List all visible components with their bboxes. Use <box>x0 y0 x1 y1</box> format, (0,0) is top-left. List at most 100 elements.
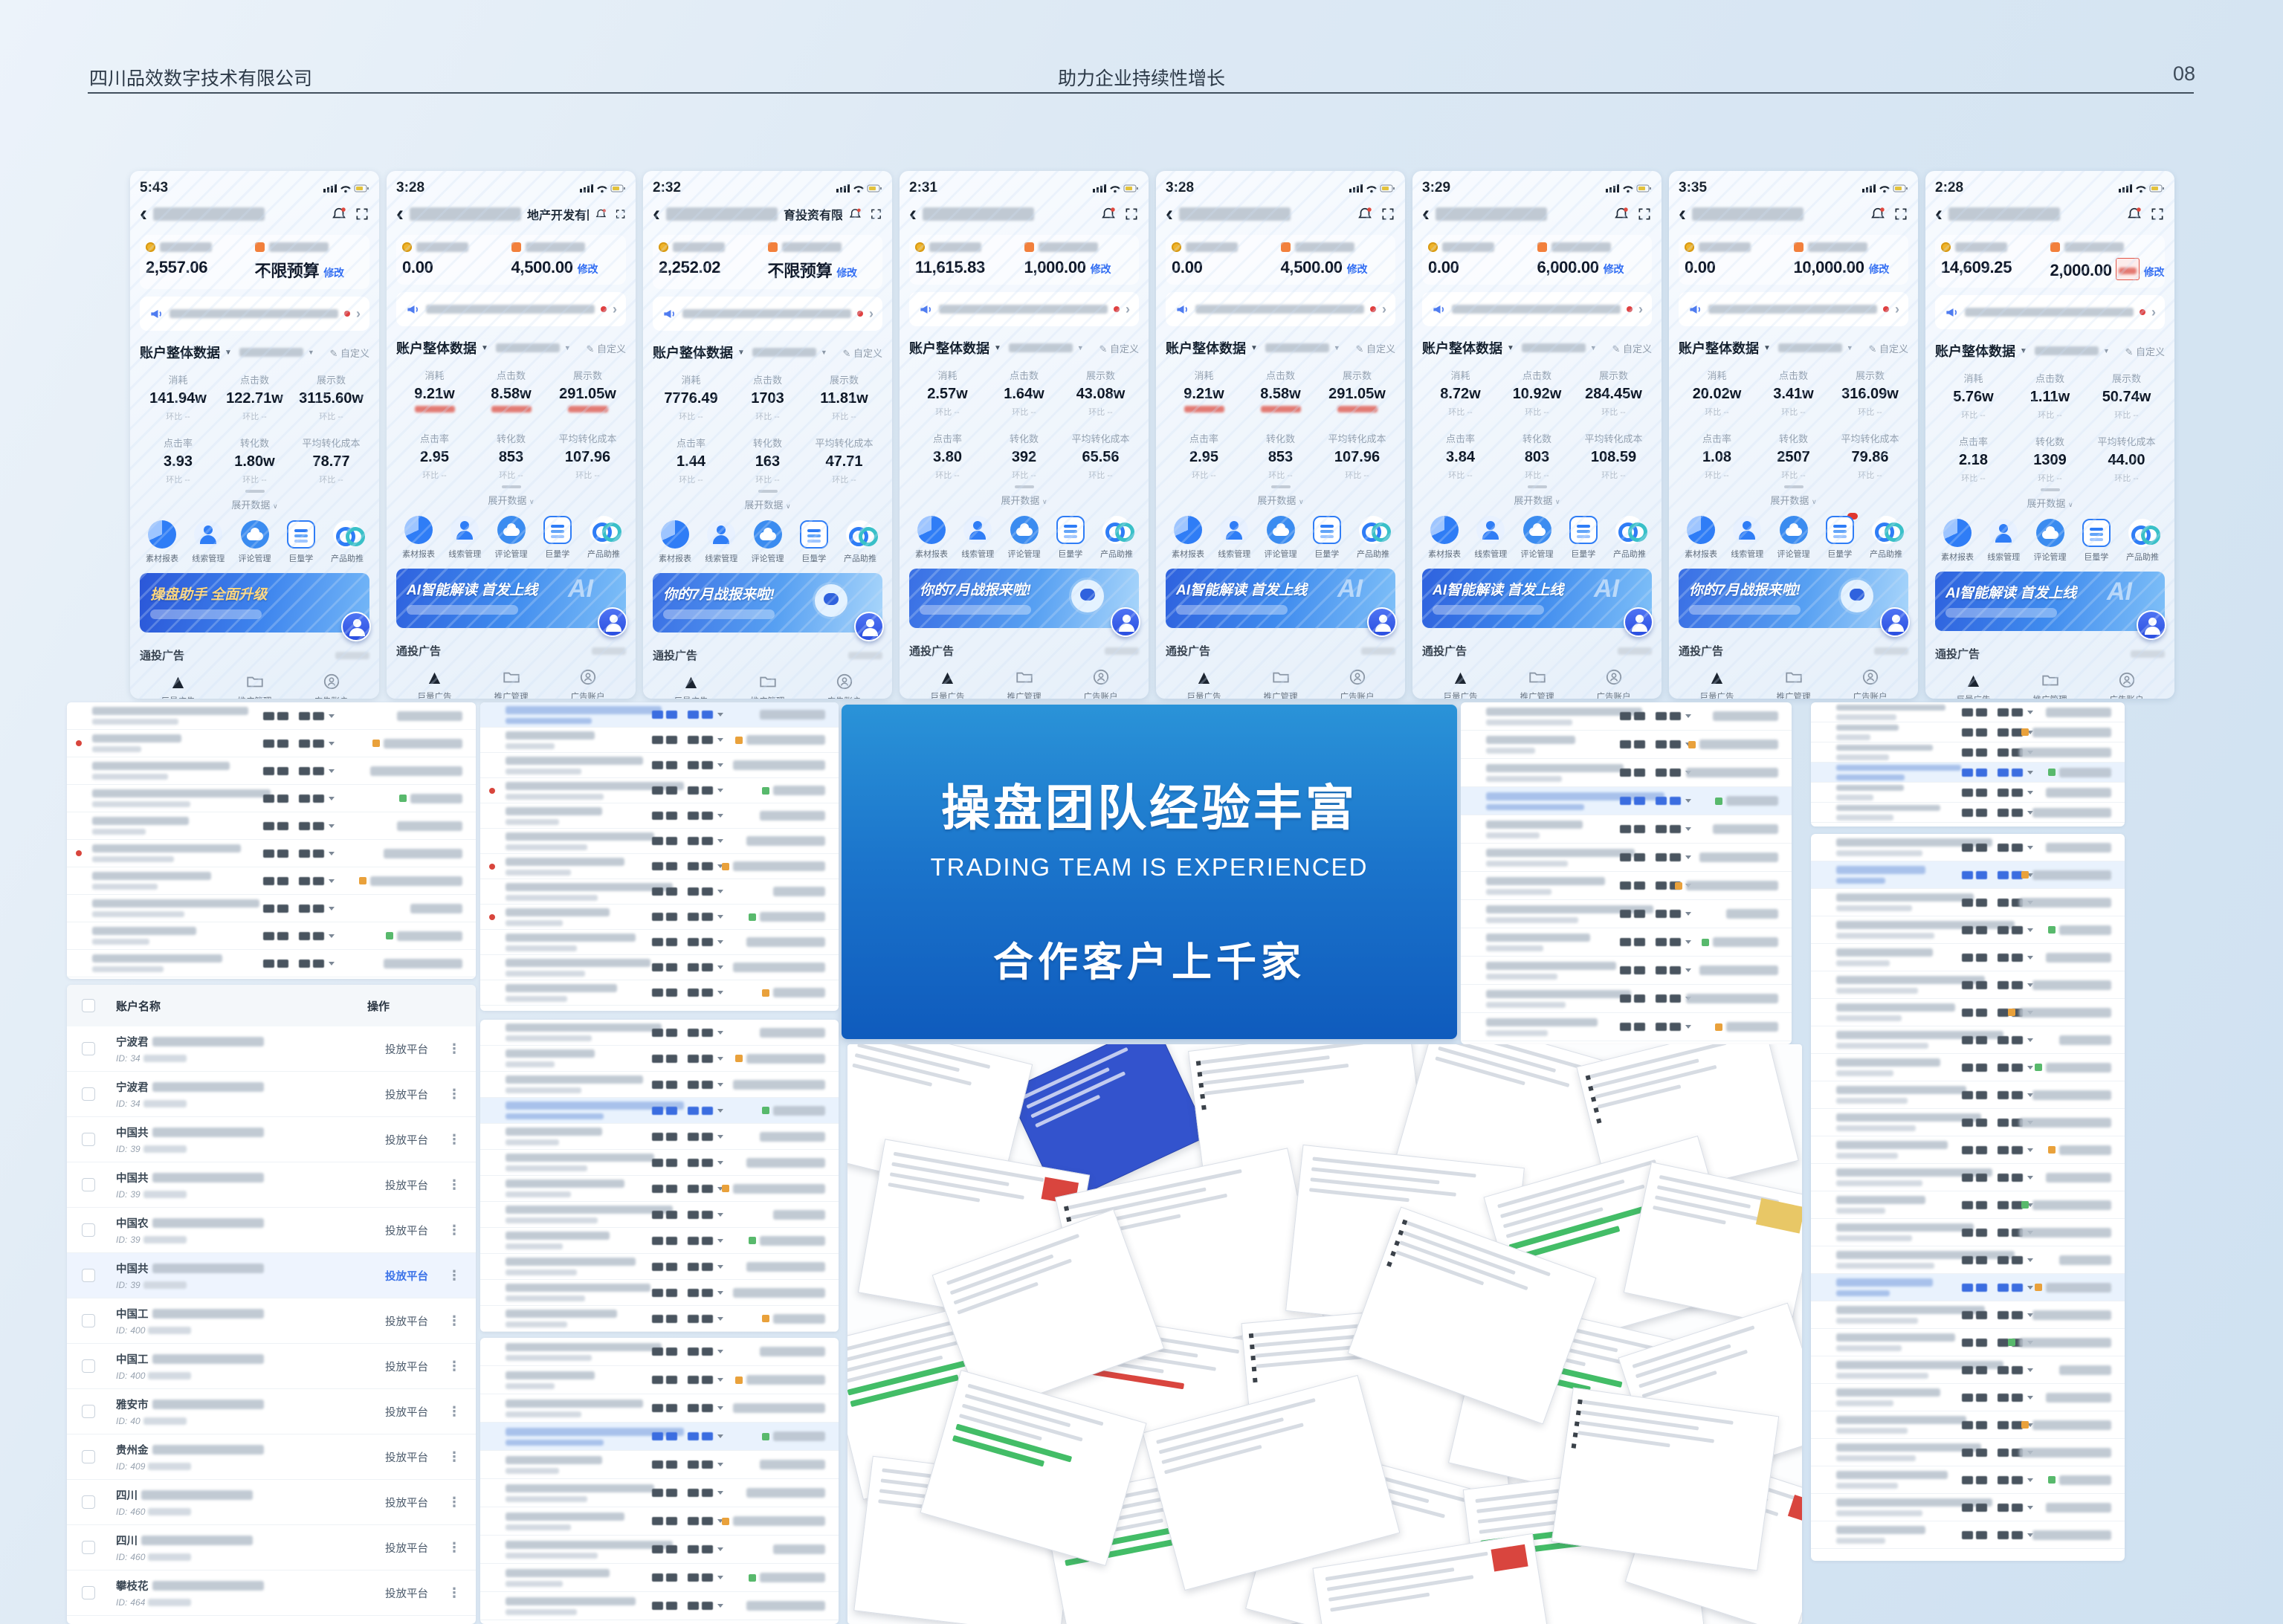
app-comment-management[interactable]: 评论管理 <box>491 516 532 560</box>
customer-service-button[interactable] <box>1111 607 1140 637</box>
row-checkbox[interactable] <box>82 1223 95 1237</box>
expand-data-button[interactable]: 展开数据 ∨ <box>140 490 369 511</box>
account-table-row[interactable]: 中国共 ID:39 投放平台 ⋮ <box>67 1162 476 1208</box>
modify-budget-link[interactable]: 修改 <box>1347 263 1367 275</box>
expand-data-button[interactable]: 展开数据 ∨ <box>1166 485 1395 507</box>
customer-service-button[interactable] <box>1880 607 1910 637</box>
date-range-redacted[interactable] <box>1778 343 1842 352</box>
custom-range-button[interactable]: ✎ 自定义 <box>1868 341 1908 355</box>
customer-service-button[interactable] <box>598 607 627 637</box>
more-vertical-icon[interactable]: ⋮ <box>448 1087 461 1102</box>
app-leads-management[interactable]: 线索管理 <box>957 516 998 560</box>
nav-juliang-ads[interactable]: ▲巨量广告 <box>418 666 452 699</box>
platform-link[interactable]: 投放平台 <box>385 1268 428 1284</box>
customer-service-button[interactable] <box>1624 607 1653 637</box>
section-title[interactable]: 账户整体数据 <box>1166 338 1246 358</box>
customer-service-button[interactable] <box>2137 610 2166 640</box>
expand-data-button[interactable]: 展开数据 ∨ <box>1422 485 1652 507</box>
fullscreen-icon[interactable] <box>1124 207 1139 221</box>
expand-data-button[interactable]: 展开数据 ∨ <box>909 485 1139 507</box>
platform-link[interactable]: 投放平台 <box>385 1223 428 1238</box>
nav-promotion-management[interactable]: 推广管理 <box>2033 669 2067 699</box>
promo-banner[interactable]: AI智能解读 首发上线 AI <box>1166 569 1395 628</box>
app-material-reports[interactable]: 素材报表 <box>1680 516 1722 560</box>
date-range-redacted[interactable] <box>2035 346 2099 355</box>
app-comment-management[interactable]: 评论管理 <box>1260 516 1302 560</box>
row-checkbox[interactable] <box>82 1495 95 1509</box>
back-icon[interactable]: ‹ <box>1935 204 1943 224</box>
account-table-row[interactable]: 雅安市 ID:40 投放平台 ⋮ <box>67 1389 476 1434</box>
account-table-row[interactable]: 中国工 ID:400 投放平台 ⋮ <box>67 1344 476 1389</box>
app-juliang-academy[interactable]: 巨量学 <box>2076 519 2117 563</box>
app-product-boost[interactable]: 产品助推 <box>1096 516 1137 560</box>
more-vertical-icon[interactable]: ⋮ <box>448 1132 461 1148</box>
account-table-row[interactable]: 四川 ID:460 投放平台 ⋮ <box>67 1525 476 1570</box>
app-material-reports[interactable]: 素材报表 <box>1167 516 1209 560</box>
row-checkbox[interactable] <box>82 1405 95 1418</box>
modify-budget-link[interactable]: 修改 <box>1091 263 1111 275</box>
promo-banner[interactable]: 你的7月战报来啦! <box>653 573 882 633</box>
promo-banner[interactable]: 操盘助手 全面升级 <box>140 573 369 633</box>
promo-banner[interactable]: 你的7月战报来啦! <box>909 569 1139 628</box>
app-leads-management[interactable]: 线索管理 <box>700 520 742 564</box>
fullscreen-icon[interactable] <box>2150 207 2165 221</box>
fullscreen-icon[interactable] <box>615 207 626 221</box>
announcement-bar[interactable]: › <box>909 292 1139 326</box>
date-range-redacted[interactable] <box>1522 343 1586 352</box>
nav-ad-accounts[interactable]: 广告账户 <box>1340 666 1375 699</box>
fullscreen-icon[interactable] <box>1893 207 1908 221</box>
more-vertical-icon[interactable]: ⋮ <box>448 1041 461 1057</box>
row-checkbox[interactable] <box>82 1087 95 1101</box>
announcement-bar[interactable]: › <box>1935 295 2165 329</box>
app-leads-management[interactable]: 线索管理 <box>1470 516 1511 560</box>
app-juliang-academy[interactable]: 巨量学 <box>537 516 578 560</box>
row-checkbox[interactable] <box>82 1178 95 1191</box>
section-title[interactable]: 账户整体数据 <box>1422 338 1502 358</box>
app-product-boost[interactable]: 产品助推 <box>326 520 368 564</box>
more-vertical-icon[interactable]: ⋮ <box>448 1495 461 1510</box>
fullscreen-icon[interactable] <box>1381 207 1395 221</box>
custom-range-button[interactable]: ✎ 自定义 <box>1099 341 1139 355</box>
app-comment-management[interactable]: 评论管理 <box>1773 516 1815 560</box>
account-table-row[interactable]: 四川 ID:460 投放平台 ⋮ <box>67 1480 476 1525</box>
app-material-reports[interactable]: 素材报表 <box>1937 519 1978 563</box>
bell-icon[interactable] <box>2126 206 2142 222</box>
row-checkbox[interactable] <box>82 1314 95 1327</box>
nav-ad-accounts[interactable]: 广告账户 <box>2110 669 2144 699</box>
app-juliang-academy[interactable]: 巨量学 <box>1306 516 1348 560</box>
more-vertical-icon[interactable]: ⋮ <box>448 1449 461 1465</box>
modify-budget-link[interactable]: 修改 <box>836 267 856 279</box>
date-range-redacted[interactable] <box>239 348 303 357</box>
promo-banner[interactable]: AI智能解读 首发上线 AI <box>1422 569 1652 628</box>
ad-section-link-redacted[interactable] <box>592 647 626 655</box>
date-range-redacted[interactable] <box>752 348 816 357</box>
account-table-row[interactable]: 宁波君 ID:34 投放平台 ⋮ <box>67 1026 476 1072</box>
section-title[interactable]: 账户整体数据 <box>909 338 989 358</box>
row-checkbox[interactable] <box>82 1586 95 1599</box>
custom-range-button[interactable]: ✎ 自定义 <box>586 341 626 355</box>
nav-juliang-ads[interactable]: ▲巨量广告 <box>1700 666 1734 699</box>
modify-budget-link[interactable]: 修改 <box>578 263 598 275</box>
promo-banner[interactable]: AI智能解读 首发上线 AI <box>396 569 626 628</box>
app-product-boost[interactable]: 产品助推 <box>1609 516 1650 560</box>
ad-section-link-redacted[interactable] <box>1105 647 1139 655</box>
platform-link[interactable]: 投放平台 <box>385 1540 428 1556</box>
platform-link[interactable]: 投放平台 <box>385 1585 428 1601</box>
date-range-redacted[interactable] <box>1265 343 1329 352</box>
expand-data-button[interactable]: 展开数据 ∨ <box>396 485 626 507</box>
nav-ad-accounts[interactable]: 广告账户 <box>1853 666 1888 699</box>
ad-section-link-redacted[interactable] <box>1874 647 1908 655</box>
nav-promotion-management[interactable]: 推广管理 <box>1264 666 1298 699</box>
announcement-bar[interactable]: › <box>653 297 882 331</box>
nav-promotion-management[interactable]: 推广管理 <box>238 670 272 699</box>
customer-service-button[interactable] <box>341 612 371 641</box>
app-product-boost[interactable]: 产品助推 <box>839 520 881 564</box>
customer-service-button[interactable] <box>854 612 884 641</box>
expand-data-button[interactable]: 展开数据 ∨ <box>1679 485 1908 507</box>
platform-link[interactable]: 投放平台 <box>385 1495 428 1510</box>
back-icon[interactable]: ‹ <box>396 204 404 224</box>
platform-link[interactable]: 投放平台 <box>385 1404 428 1420</box>
date-range-redacted[interactable] <box>1009 343 1073 352</box>
custom-range-button[interactable]: ✎ 自定义 <box>1612 341 1652 355</box>
app-material-reports[interactable]: 素材报表 <box>141 520 183 564</box>
